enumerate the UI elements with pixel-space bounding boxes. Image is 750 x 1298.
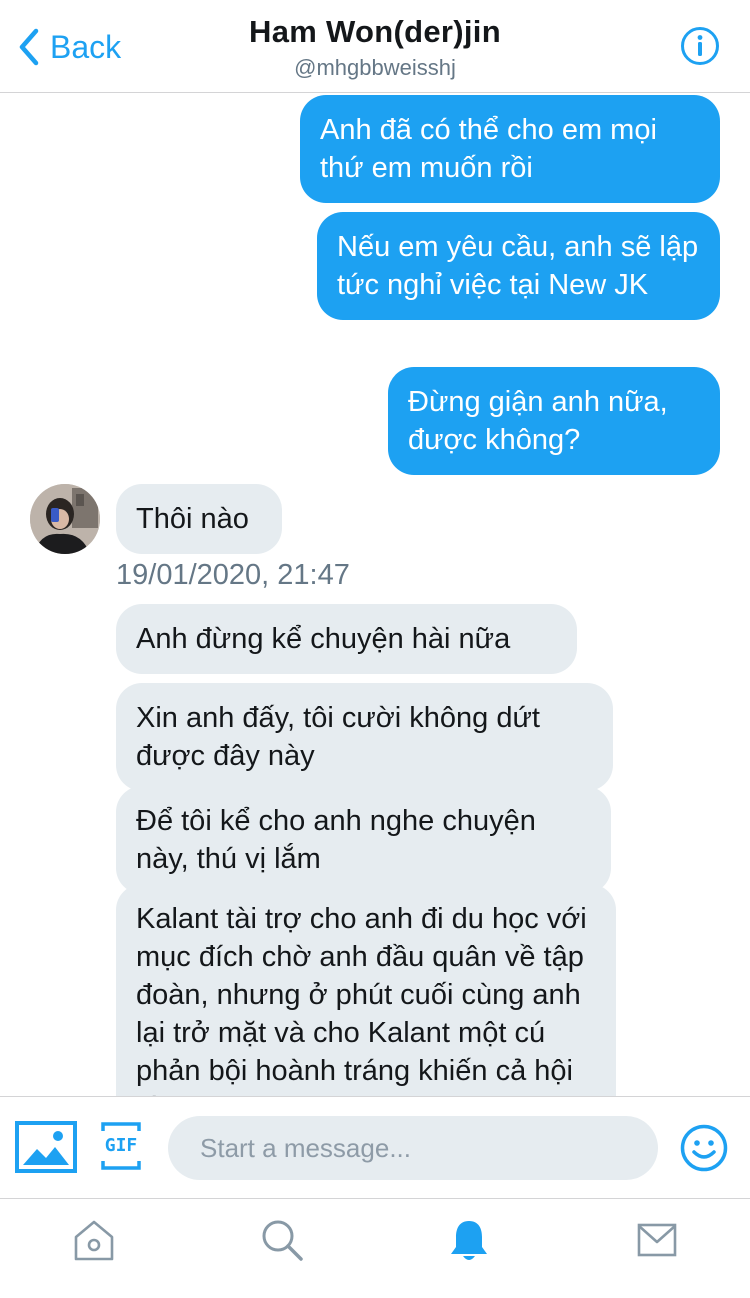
avatar[interactable] [30, 484, 100, 554]
home-icon[interactable] [71, 1217, 117, 1263]
message-thread[interactable]: Anh đã có thể cho em mọi thứ em muốn rồi… [0, 93, 750, 1096]
incoming-message[interactable]: Để tôi kể cho anh nghe chuyện này, thú v… [116, 786, 611, 894]
incoming-message[interactable]: Kalant tài trợ cho anh đi du học với mục… [116, 884, 616, 1096]
outgoing-message[interactable]: Anh đã có thể cho em mọi thứ em muốn rồi [300, 95, 720, 203]
search-icon[interactable] [259, 1217, 305, 1263]
emoji-icon[interactable] [680, 1124, 728, 1172]
incoming-message[interactable]: Xin anh đấy, tôi cười không dứt được đây… [116, 683, 613, 791]
incoming-message[interactable]: Anh đừng kể chuyện hài nữa [116, 604, 577, 674]
incoming-message[interactable]: Thôi nào [116, 484, 282, 554]
image-icon[interactable] [15, 1121, 77, 1173]
info-icon[interactable] [680, 26, 720, 66]
outgoing-message[interactable]: Đừng giận anh nữa, được không? [388, 367, 720, 475]
tab-bar [0, 1198, 750, 1298]
conversation-title[interactable]: Ham Won(der)jin [0, 14, 750, 50]
message-composer: GIF [0, 1096, 750, 1199]
gif-button[interactable]: GIF [100, 1121, 142, 1171]
message-timestamp: 19/01/2020, 21:47 [116, 559, 350, 591]
avatar-image [30, 484, 100, 554]
message-input[interactable] [168, 1116, 658, 1180]
mail-icon[interactable] [634, 1217, 680, 1263]
gif-label: GIF [104, 1135, 138, 1156]
conversation-header: Back Ham Won(der)jin @mhgbbweisshj [0, 0, 750, 93]
bell-icon[interactable] [446, 1217, 492, 1263]
conversation-handle: @mhgbbweisshj [294, 55, 456, 80]
outgoing-message[interactable]: Nếu em yêu cầu, anh sẽ lập tức nghỉ việc… [317, 212, 720, 320]
